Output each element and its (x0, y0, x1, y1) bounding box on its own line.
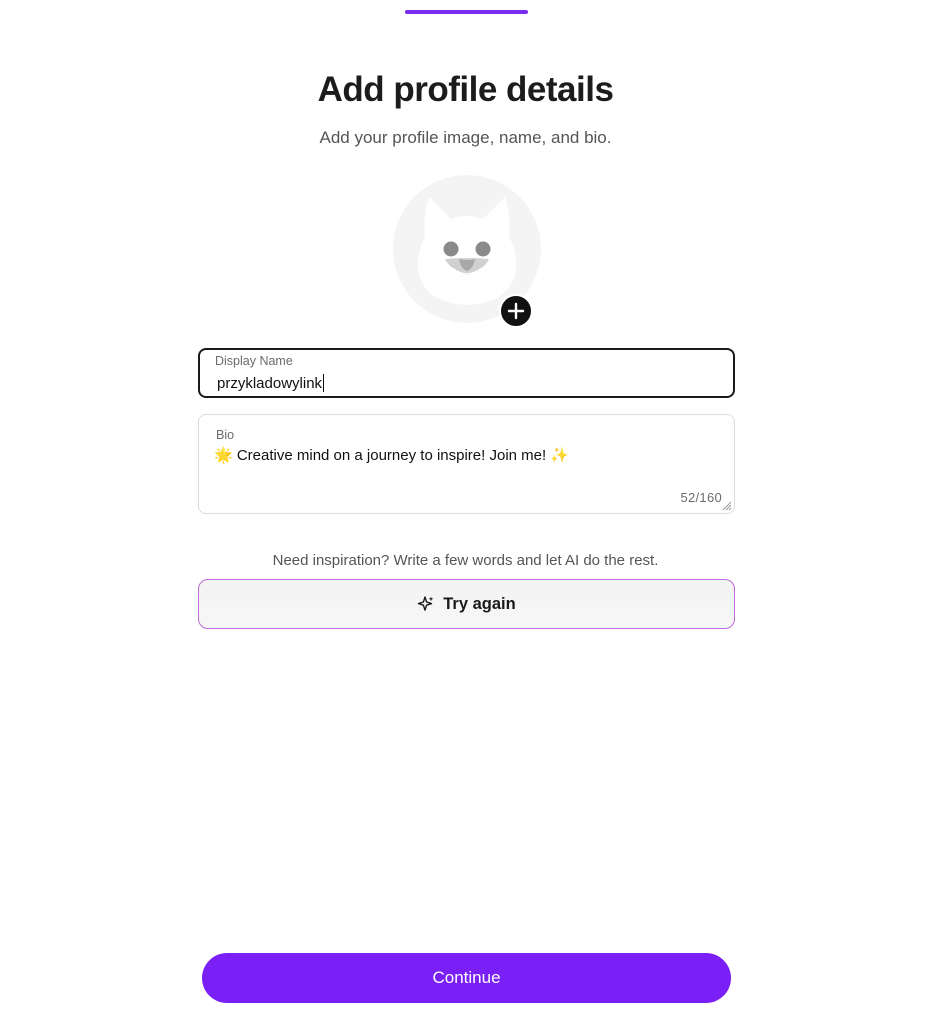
progress-bar (405, 10, 528, 14)
try-again-button[interactable]: Try again (198, 579, 735, 629)
display-name-field[interactable]: Display Name przykladowylink (198, 348, 735, 398)
bio-character-count: 52/160 (680, 490, 722, 505)
plus-icon (507, 302, 525, 320)
add-photo-button[interactable] (499, 294, 533, 328)
display-name-label: Display Name (215, 354, 293, 368)
ai-hint-text: Need inspiration? Write a few words and … (272, 552, 659, 569)
avatar-container (393, 175, 541, 328)
profile-details-page: Add profile details Add your profile ima… (0, 0, 931, 1024)
bio-field[interactable]: Bio 🌟 Creative mind on a journey to insp… (198, 414, 735, 514)
display-name-input[interactable]: przykladowylink (217, 374, 325, 392)
try-again-label: Try again (443, 594, 516, 613)
display-name-value: przykladowylink (217, 374, 323, 392)
continue-button[interactable]: Continue (202, 953, 731, 1003)
sparkle-icon (418, 596, 434, 611)
bio-input[interactable]: 🌟 Creative mind on a journey to inspire!… (214, 446, 569, 464)
bio-label: Bio (216, 428, 235, 442)
text-caret (323, 374, 325, 392)
resize-handle-icon[interactable] (720, 499, 732, 511)
page-subtitle: Add your profile image, name, and bio. (319, 128, 612, 147)
page-title: Add profile details (317, 70, 614, 109)
continue-label: Continue (432, 968, 501, 987)
